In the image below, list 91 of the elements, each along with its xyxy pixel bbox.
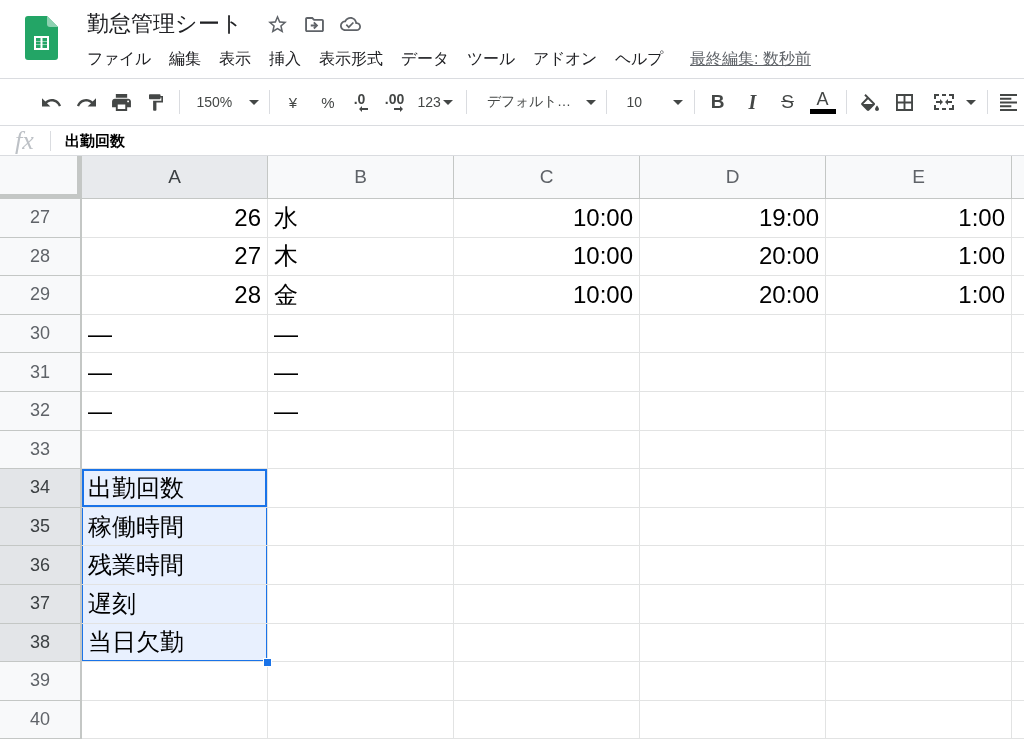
table-cell-text: 10:00 [571,241,634,272]
table-cell-text: — [273,357,299,388]
borders-icon[interactable] [896,93,913,111]
row-header[interactable]: 35 [0,507,82,547]
table-cell-text: 28 [233,280,262,310]
table-cell-text: 水 [273,202,299,233]
font-size-dropdown[interactable]: 10 [612,88,688,116]
folder-arrow-icon[interactable] [305,16,324,32]
table-cell-text: 26 [233,202,262,233]
paint-bucket-icon[interactable] [860,93,879,111]
menu-item[interactable]: 表示 [219,48,251,70]
table-cell-text: 1:00 [957,280,1006,310]
left-arrow-icon [358,106,368,112]
menu-item[interactable]: 挿入 [269,48,301,70]
table-cell-text: — [87,395,113,426]
undo-icon[interactable] [41,97,61,107]
caret-icon [966,99,976,105]
caret-icon [248,99,259,105]
decrease-decimal-button[interactable]: .0 [345,88,374,116]
caret-icon [673,99,683,105]
cloud-check-icon[interactable] [340,17,361,31]
number-format-dropdown[interactable]: 123 [415,88,460,116]
row-header[interactable]: 40 [0,700,82,740]
italic-button[interactable]: I [735,88,770,116]
table-cell: 当日欠勤 [82,623,267,662]
table-cell-text: — [87,357,113,388]
row-header[interactable]: 32 [0,391,82,431]
percent-button[interactable]: % [310,88,346,116]
column-header[interactable]: C [454,156,640,199]
table-cell-text: 木 [273,241,299,272]
row-header[interactable]: 37 [0,584,82,624]
table-cell-text: 10:00 [571,280,634,310]
column-header[interactable]: A [82,156,268,199]
row-header[interactable]: 30 [0,314,82,354]
table-cell-text: 20:00 [757,241,820,272]
table-cell: 遅刻 [82,584,267,623]
table-cell-text: — [273,318,299,349]
column-header[interactable]: D [640,156,826,199]
row-header[interactable]: 39 [0,662,82,701]
column-header[interactable]: E [826,156,1012,199]
row-header[interactable]: 36 [0,546,82,585]
row-header[interactable]: 38 [0,623,82,663]
table-cell: 出勤回数 [82,469,267,507]
strikethrough-button[interactable]: S [770,88,805,116]
caret-icon [442,99,453,105]
table-cell-text: 20:00 [757,280,820,310]
text-color-button[interactable]: A [805,88,840,116]
align-left-icon[interactable] [999,93,1017,111]
right-arrow-icon [393,106,403,112]
document-title[interactable]: 勤怠管理シート [87,11,243,37]
color-swatch-icon [809,109,836,114]
table-cell-text: 27 [233,241,262,272]
table-cell: 稼働時間 [82,507,267,546]
zoom-dropdown[interactable]: 150% [185,88,264,116]
bold-button[interactable]: B [700,88,735,116]
increase-decimal-button[interactable]: .00 [373,88,416,116]
redo-icon[interactable] [76,97,96,107]
formula-input[interactable]: 出勤回数 [64,128,1024,153]
fill-handle[interactable] [263,658,272,668]
menu-item[interactable]: 表示形式 [319,48,383,70]
row-header[interactable]: 28 [0,237,82,277]
currency-button[interactable]: ¥ [275,88,311,116]
table-cell-text: 1:00 [957,241,1006,272]
row-header[interactable]: 29 [0,276,82,315]
menu-item[interactable]: 編集 [169,48,201,70]
row-header[interactable]: 34 [0,469,82,508]
row-header[interactable]: 31 [0,353,82,392]
table-cell-text: 19:00 [757,202,820,233]
column-header[interactable]: B [268,156,454,199]
menu-item[interactable]: データ [401,48,449,70]
paint-roller-icon[interactable] [149,93,163,111]
table-cell-text: 1:00 [957,202,1006,233]
print-icon[interactable] [111,93,131,111]
menu-item[interactable]: ツール [467,48,515,70]
table-cell: 残業時間 [82,546,267,584]
menu-item[interactable]: アドオン [533,48,597,70]
table-cell-text: 10:00 [571,202,634,233]
row-header[interactable]: 27 [0,199,82,238]
star-icon[interactable] [268,15,287,33]
table-cell-text: — [87,318,113,349]
menu-item[interactable]: ファイル [87,48,151,70]
function-label: fx [15,126,34,155]
table-cell-text: 金 [273,280,299,310]
last-edit-link[interactable]: 最終編集: 数秒前 [690,48,811,70]
spreadsheet-logo-icon [25,16,58,60]
caret-icon [585,99,596,105]
font-dropdown[interactable]: デフォルト… [472,88,601,116]
merge-icon [934,94,954,110]
menu-item[interactable]: ヘルプ [615,48,663,70]
table-cell-text: — [273,395,299,426]
row-header[interactable]: 33 [0,430,82,470]
